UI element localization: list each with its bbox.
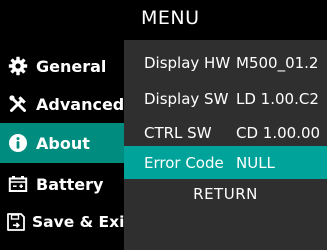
sidebar-item-label: Advanced	[36, 94, 125, 114]
sidebar-item-label: About	[36, 133, 90, 153]
page-title: MENU	[141, 7, 200, 29]
info-icon	[8, 133, 28, 153]
sidebar-item-battery[interactable]: Battery	[0, 164, 124, 204]
info-value: M500_01.2	[236, 54, 319, 72]
info-row-display-sw: Display SW LD 1.00.C2	[124, 82, 327, 115]
info-label: Display HW	[144, 54, 231, 72]
info-value: CD 1.00.00	[236, 124, 321, 142]
sidebar-item-general[interactable]: General	[0, 46, 124, 86]
about-info-panel: Display HW M500_01.2 Display SW LD 1.00.…	[124, 40, 327, 250]
info-label: Display SW	[144, 90, 229, 108]
info-label: CTRL SW	[144, 124, 212, 142]
save-exit-icon	[6, 212, 26, 232]
battery-icon	[8, 174, 28, 194]
sidebar-item-label: General	[36, 56, 107, 76]
sidebar-item-save-exit[interactable]: Save & Exit	[0, 202, 132, 242]
sidebar-item-advanced[interactable]: Advanced	[0, 84, 124, 124]
sidebar-item-about[interactable]: About	[0, 123, 124, 163]
info-row-error-code[interactable]: Error Code NULL	[124, 146, 327, 179]
info-label: Error Code	[144, 154, 224, 172]
menu-screen: MENU General Advanced About Battery Save…	[0, 0, 327, 250]
sidebar: General Advanced About Battery Save & Ex…	[0, 40, 132, 250]
info-row-ctrl-sw: CTRL SW CD 1.00.00	[124, 116, 327, 149]
info-value: NULL	[236, 154, 275, 172]
tools-icon	[8, 94, 28, 114]
sidebar-item-label: Save & Exit	[32, 213, 132, 231]
gear-icon	[8, 56, 28, 76]
sidebar-item-label: Battery	[36, 174, 104, 194]
info-value: LD 1.00.C2	[236, 90, 319, 108]
info-row-display-hw: Display HW M500_01.2	[124, 46, 327, 79]
return-button[interactable]: RETURN	[124, 179, 327, 209]
header-bar: MENU	[0, 0, 327, 40]
